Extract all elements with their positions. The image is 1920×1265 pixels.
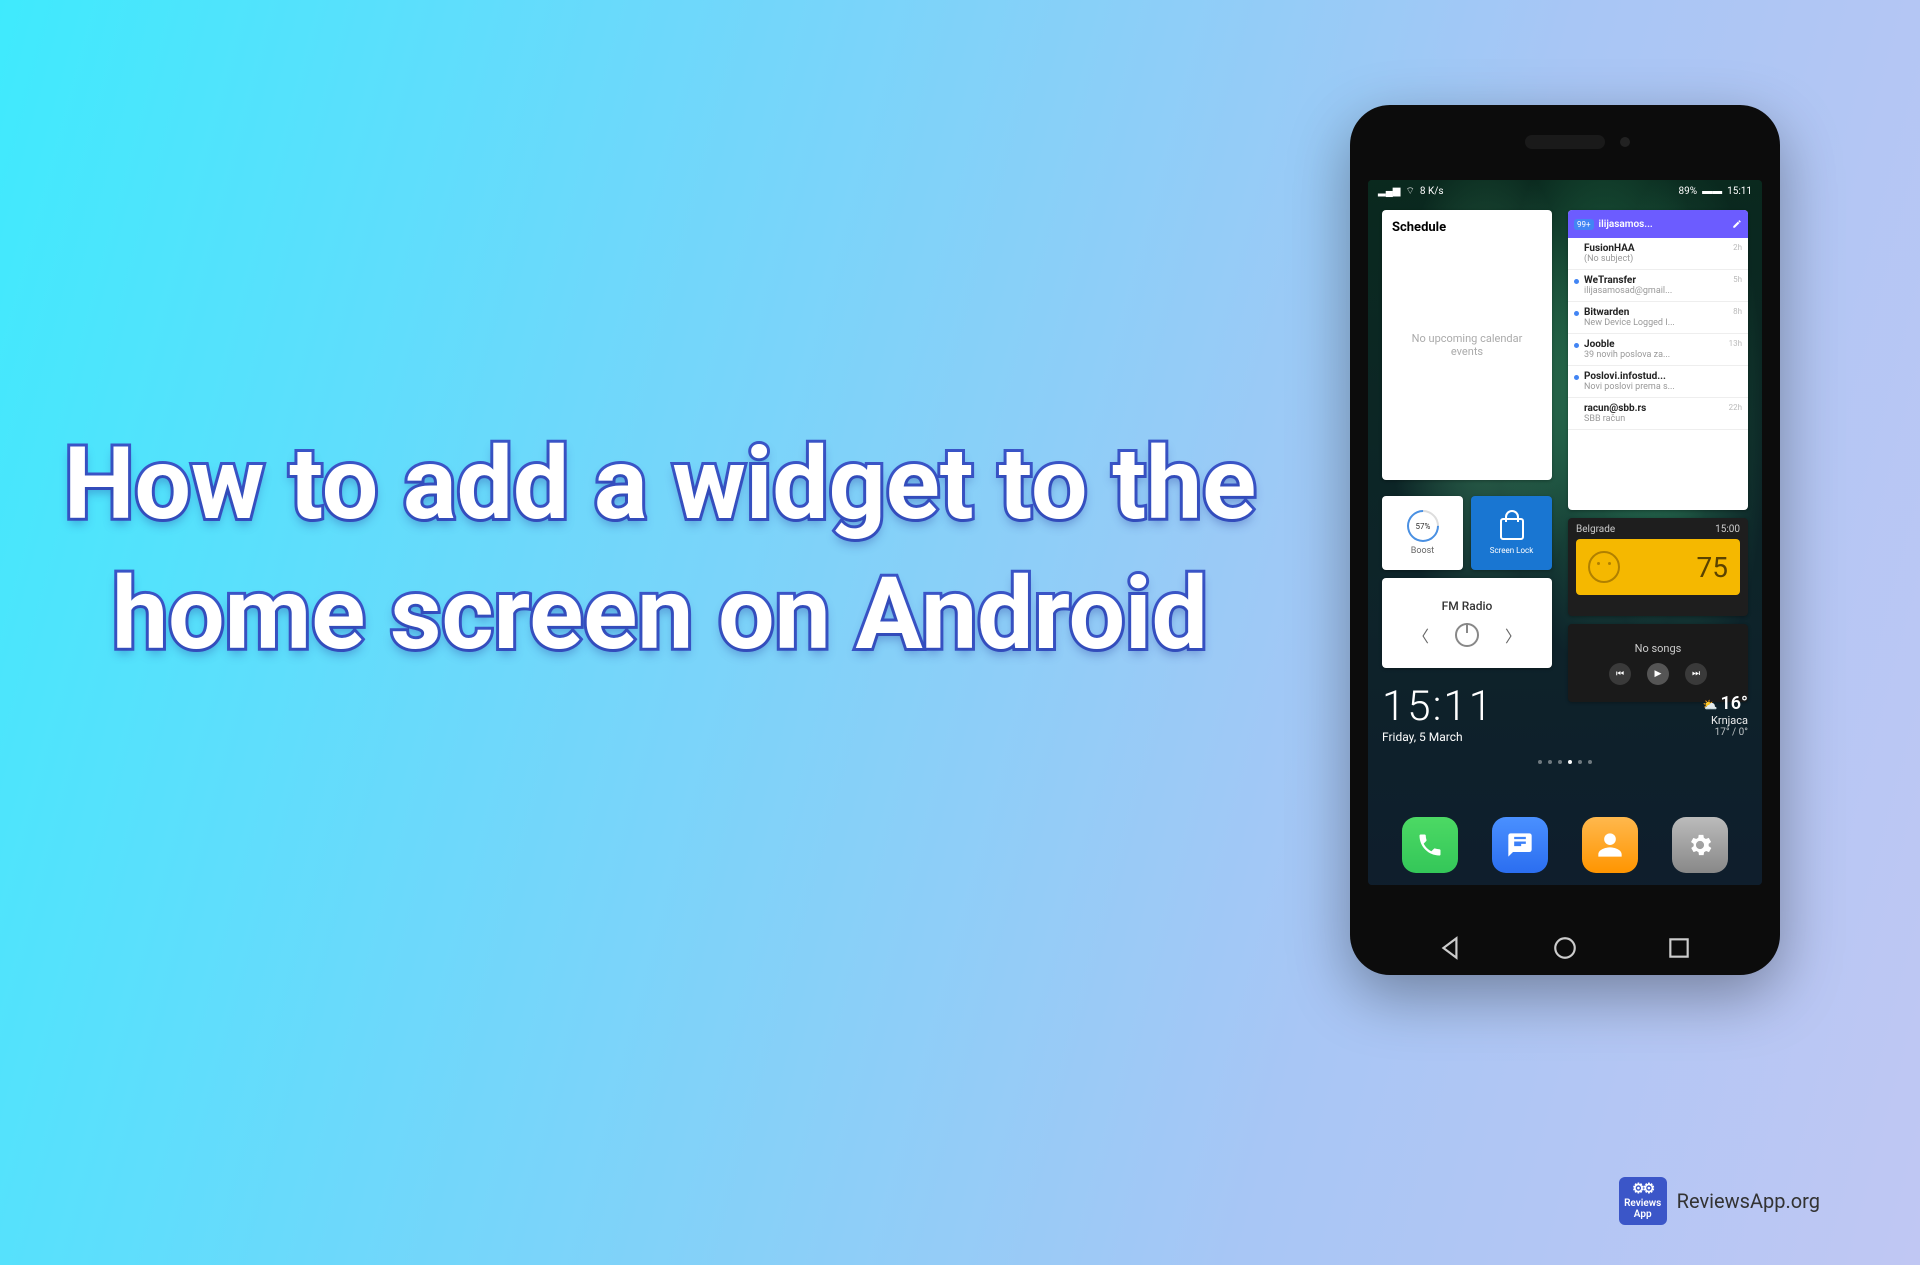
weather-temp: 16°: [1720, 693, 1748, 714]
weather-updated: 15:00: [1715, 524, 1740, 535]
unread-dot-icon: [1574, 343, 1579, 348]
phone-camera-dot: [1620, 137, 1630, 147]
email-item[interactable]: BitwardenNew Device Logged I... 8h: [1568, 302, 1748, 334]
messages-app-icon[interactable]: [1492, 817, 1548, 873]
email-subject: Novi poslovi prema s...: [1584, 382, 1740, 392]
email-time: 2h: [1733, 243, 1742, 252]
email-sender: Poslovi.infostud...: [1584, 371, 1740, 382]
email-item[interactable]: racun@sbb.rsSBB račun 22h: [1568, 398, 1748, 430]
status-bar: ▂▄▆ ⌔ 8 K/s 89% ▬▬ 15:11: [1368, 180, 1762, 202]
email-subject: 39 novih poslova za...: [1584, 350, 1740, 360]
weather-small[interactable]: ⛅ 16° Krnjaca 17° / 0°: [1703, 693, 1748, 738]
fm-radio-widget[interactable]: FM Radio 〈 〉: [1382, 578, 1552, 668]
radio-next-icon[interactable]: 〉: [1505, 623, 1521, 647]
contacts-app-icon[interactable]: [1582, 817, 1638, 873]
nav-recent-icon[interactable]: [1666, 935, 1692, 961]
boost-label: Boost: [1411, 546, 1434, 556]
lock-label: Screen Lock: [1490, 546, 1534, 555]
gears-icon: ⚙⚙: [1632, 1182, 1653, 1197]
music-title: No songs: [1635, 642, 1682, 655]
email-subject: New Device Logged I...: [1584, 318, 1740, 328]
phone-mockup: ▂▄▆ ⌔ 8 K/s 89% ▬▬ 15:11 Schedule No upc…: [1350, 105, 1780, 975]
radio-power-icon[interactable]: [1455, 623, 1479, 647]
footer-branding: ⚙⚙ Reviews App ReviewsApp.org: [1619, 1177, 1820, 1225]
weather-location: Krnjaca: [1703, 714, 1748, 727]
boost-gauge-icon: 57%: [1400, 503, 1445, 548]
clock-date: Friday, 5 March: [1382, 730, 1494, 744]
email-subject: ilijasamosad@gmail...: [1584, 286, 1740, 296]
lock-icon: [1500, 518, 1524, 540]
email-sender: Jooble: [1584, 339, 1740, 350]
email-item[interactable]: Jooble39 novih poslova za... 13h: [1568, 334, 1748, 366]
unread-dot-icon: [1574, 279, 1579, 284]
email-subject: (No subject): [1584, 254, 1740, 264]
email-time: 13h: [1729, 339, 1742, 348]
schedule-title: Schedule: [1392, 220, 1542, 235]
email-item[interactable]: WeTransferilijasamosad@gmail... 5h: [1568, 270, 1748, 302]
clock-time: 15:11: [1382, 686, 1494, 728]
schedule-empty-text: No upcoming calendar events: [1382, 332, 1552, 358]
settings-app-icon[interactable]: [1672, 817, 1728, 873]
clock-widget[interactable]: 15:11 Friday, 5 March ⛅ 16° Krnjaca 17° …: [1382, 680, 1748, 750]
weather-aqi-widget[interactable]: Belgrade 15:00 75: [1568, 518, 1748, 616]
email-sender: FusionHAA: [1584, 243, 1740, 254]
email-widget-header[interactable]: 99+ ilijasamos...: [1568, 210, 1748, 238]
unread-dot-icon: [1574, 375, 1579, 380]
email-list: FusionHAA(No subject) 2h WeTransferilijasa…: [1568, 238, 1748, 430]
phone-app-icon[interactable]: [1402, 817, 1458, 873]
signal-icon: ▂▄▆: [1378, 186, 1400, 197]
aqi-face-icon: [1588, 551, 1620, 583]
battery-icon: ▬▬: [1702, 186, 1722, 197]
email-sender: Bitwarden: [1584, 307, 1740, 318]
email-widget[interactable]: 99+ ilijasamos... FusionHAA(No subject) 2…: [1568, 210, 1748, 510]
statusbar-time: 15:11: [1727, 186, 1752, 197]
nav-back-icon[interactable]: [1438, 935, 1464, 961]
aqi-box: 75: [1576, 539, 1740, 595]
email-subject: SBB račun: [1584, 414, 1740, 424]
email-item[interactable]: Poslovi.infostud...Novi poslovi prema s.…: [1568, 366, 1748, 398]
aqi-value: 75: [1697, 551, 1728, 584]
dock: [1368, 817, 1762, 873]
promo-canvas: How to add a widget to the home screen o…: [0, 0, 1920, 1265]
radio-controls: 〈 〉: [1413, 623, 1521, 647]
email-account-name: ilijasamos...: [1599, 219, 1727, 230]
unread-dot-icon: [1574, 311, 1579, 316]
compose-icon[interactable]: [1732, 219, 1742, 229]
weather-city: Belgrade: [1576, 524, 1615, 535]
radio-title: FM Radio: [1442, 599, 1493, 613]
headline: How to add a widget to the home screen o…: [60, 420, 1260, 680]
page-indicator: [1368, 760, 1762, 764]
email-item[interactable]: FusionHAA(No subject) 2h: [1568, 238, 1748, 270]
email-time: 8h: [1733, 307, 1742, 316]
email-unread-badge: 99+: [1574, 219, 1594, 230]
sun-cloud-icon: ⛅: [1703, 698, 1718, 712]
weather-range: 17° / 0°: [1703, 727, 1748, 738]
wifi-icon: ⌔: [1405, 185, 1414, 198]
boost-widget[interactable]: 57% Boost: [1382, 496, 1463, 570]
email-sender: WeTransfer: [1584, 275, 1740, 286]
nav-home-icon[interactable]: [1552, 935, 1578, 961]
email-sender: racun@sbb.rs: [1584, 403, 1740, 414]
schedule-widget[interactable]: Schedule No upcoming calendar events: [1382, 210, 1552, 480]
site-name: ReviewsApp.org: [1677, 1189, 1820, 1213]
site-logo-icon: ⚙⚙ Reviews App: [1619, 1177, 1667, 1225]
email-time: 22h: [1729, 403, 1742, 412]
battery-percent: 89%: [1679, 186, 1698, 197]
email-time: 5h: [1733, 275, 1742, 284]
android-navbar: [1350, 920, 1780, 975]
phone-screen: ▂▄▆ ⌔ 8 K/s 89% ▬▬ 15:11 Schedule No upc…: [1368, 180, 1762, 885]
data-rate: 8 K/s: [1420, 186, 1444, 197]
radio-prev-icon[interactable]: 〈: [1413, 623, 1429, 647]
screen-lock-widget[interactable]: Screen Lock: [1471, 496, 1552, 570]
